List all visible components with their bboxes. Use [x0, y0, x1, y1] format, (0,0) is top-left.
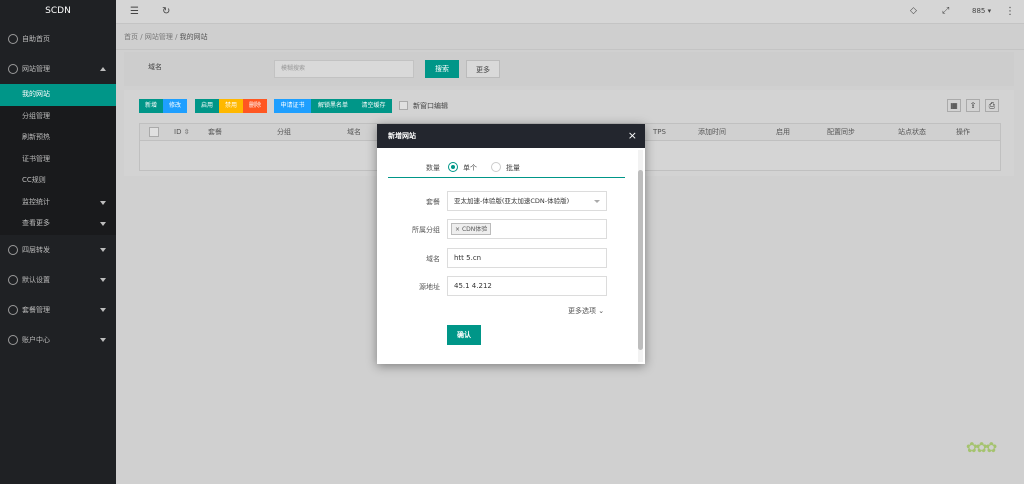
radio-single[interactable]	[448, 162, 458, 172]
domain-label: 域名	[426, 255, 440, 263]
origin-field[interactable]: 45.1 4.212	[447, 276, 607, 296]
flower-decoration: ✿✿✿	[966, 440, 997, 456]
group-label: 所属分组	[412, 226, 440, 234]
qty-underline	[388, 177, 625, 178]
group-tag[interactable]: × CDN体验	[451, 223, 492, 235]
group-tag-label: CDN体验	[461, 226, 488, 233]
dialog-scrollbar[interactable]	[638, 150, 643, 362]
more-options-label: 更多选项	[568, 307, 596, 315]
radio-single-label: 单个	[463, 164, 477, 172]
package-select[interactable]: 亚太加速-体验版(亚太加速CDN-体验版)	[447, 191, 607, 211]
dialog-title: 新增网站	[388, 132, 416, 140]
package-label: 套餐	[426, 198, 440, 206]
radio-batch-label: 批量	[506, 164, 520, 172]
qty-label: 数量	[426, 164, 440, 172]
group-select[interactable]: × CDN体验	[447, 219, 607, 239]
package-value: 亚太加速-体验版(亚太加速CDN-体验版)	[454, 197, 570, 205]
origin-label: 源地址	[419, 283, 440, 291]
dialog-header: 新增网站 ×	[377, 124, 645, 148]
chevron-down-icon	[594, 200, 600, 203]
modal-overlay: 新增网站 × 数量 单个 批量 套餐 亚太加速-体验版(亚太加速CDN-体验版)…	[0, 0, 1024, 484]
more-options-link[interactable]: 更多选项 ⌄	[568, 306, 604, 316]
radio-batch[interactable]	[491, 162, 501, 172]
scroll-thumb[interactable]	[638, 170, 643, 350]
add-site-dialog: 新增网站 × 数量 单个 批量 套餐 亚太加速-体验版(亚太加速CDN-体验版)…	[377, 124, 645, 364]
confirm-button[interactable]: 确认	[447, 325, 481, 345]
domain-field[interactable]: htt 5.cn	[447, 248, 607, 268]
close-icon[interactable]: ×	[628, 124, 637, 148]
